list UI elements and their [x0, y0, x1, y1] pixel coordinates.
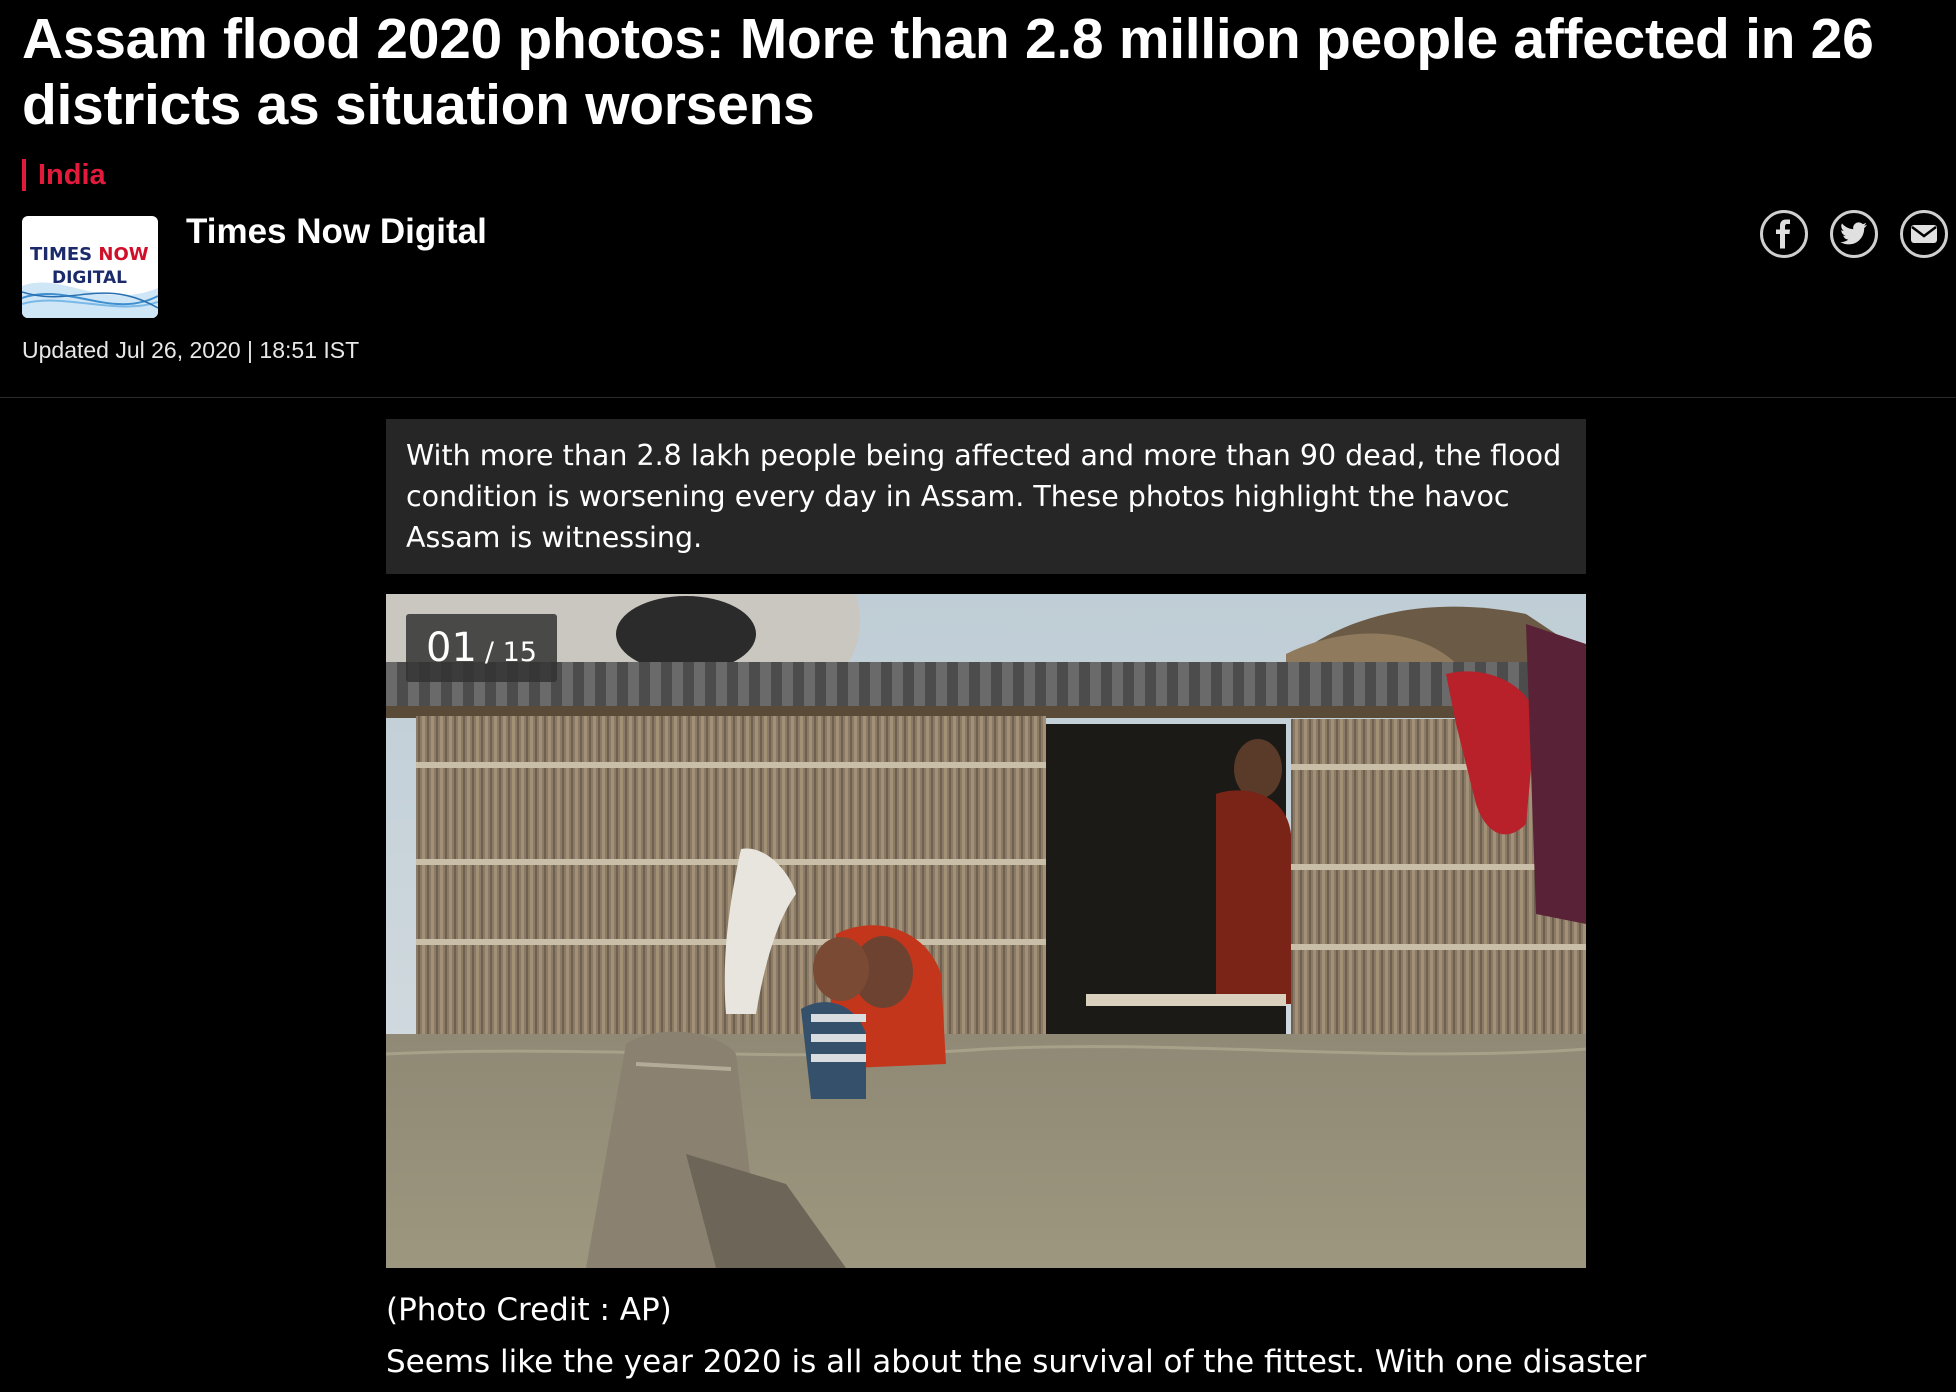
- share-bar: [1760, 210, 1948, 258]
- logo-text-times-now: TIMES NOW: [30, 244, 149, 265]
- photo-credit: (Photo Credit : AP): [386, 1292, 672, 1328]
- header-divider: [0, 397, 1956, 398]
- facebook-icon[interactable]: [1760, 210, 1808, 258]
- article-summary-box: With more than 2.8 lakh people being aff…: [386, 419, 1586, 574]
- article-headline: Assam flood 2020 photos: More than 2.8 m…: [22, 7, 1874, 137]
- logo-text-digital: DIGITAL: [52, 268, 127, 288]
- gallery-total: / 15: [484, 637, 537, 668]
- gallery-current-index: 01: [426, 625, 477, 671]
- article-summary: With more than 2.8 lakh people being aff…: [406, 439, 1562, 554]
- category-bar: [22, 159, 26, 191]
- logo-wave-graphic: [22, 282, 158, 318]
- updated-timestamp: Updated Jul 26, 2020 | 18:51 IST: [22, 337, 360, 363]
- email-icon[interactable]: [1900, 210, 1948, 258]
- flood-scene-image: [386, 594, 1586, 1268]
- category-label[interactable]: India: [38, 158, 106, 192]
- author-name[interactable]: Times Now Digital: [186, 210, 487, 254]
- category-tag[interactable]: India: [22, 158, 106, 192]
- twitter-icon[interactable]: [1830, 210, 1878, 258]
- article-body-text: Seems like the year 2020 is all about th…: [386, 1344, 1647, 1380]
- gallery-counter: 01 / 15: [406, 614, 557, 682]
- author-logo[interactable]: TIMES NOW DIGITAL: [22, 216, 158, 318]
- gallery-photo[interactable]: 01 / 15: [386, 594, 1586, 1268]
